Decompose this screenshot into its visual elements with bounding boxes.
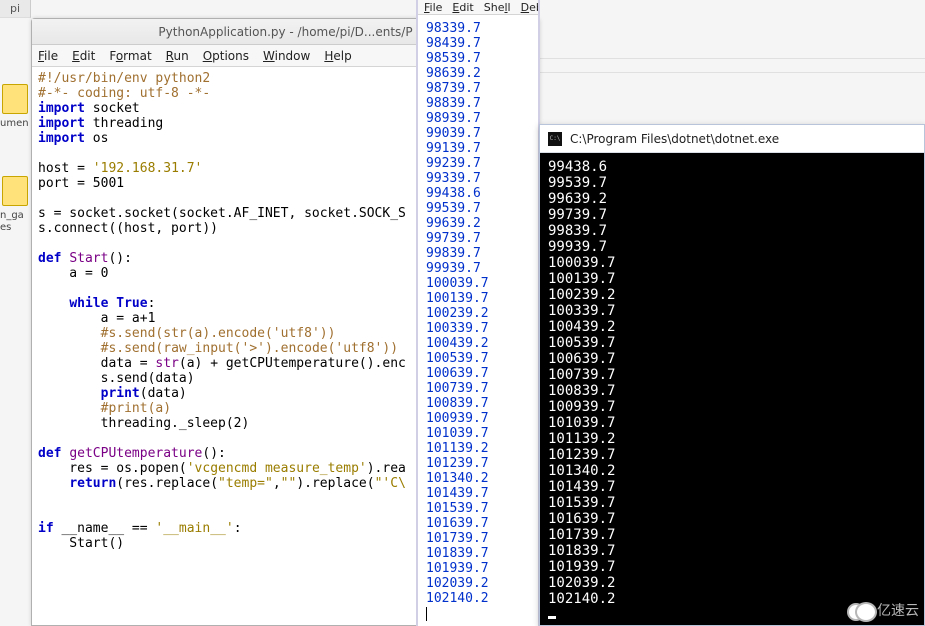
- menu-window[interactable]: Window: [263, 49, 310, 63]
- menu-file[interactable]: File: [38, 49, 58, 63]
- divider: [540, 72, 925, 73]
- menu-edit[interactable]: Edit: [452, 1, 473, 14]
- console-icon: [548, 132, 562, 146]
- desktop-icon-label: es: [0, 222, 11, 233]
- console-titlebar[interactable]: C:\Program Files\dotnet\dotnet.exe: [540, 125, 924, 153]
- shell-output[interactable]: 98339.7 98439.7 98539.7 98639.2 98739.7 …: [418, 15, 538, 625]
- watermark-text: 亿速云: [877, 600, 919, 620]
- menu-debug[interactable]: Debug: [521, 1, 538, 14]
- cloud-icon: [847, 602, 873, 618]
- menu-format[interactable]: Format: [109, 49, 151, 63]
- menu-run[interactable]: Run: [166, 49, 189, 63]
- menu-edit[interactable]: Edit: [72, 49, 95, 63]
- menu-help[interactable]: Help: [324, 49, 351, 63]
- folder-icon[interactable]: [2, 84, 28, 114]
- menu-shell[interactable]: Shell: [484, 1, 511, 14]
- watermark: 亿速云: [847, 600, 919, 620]
- desktop-icon-label: umen: [0, 118, 29, 129]
- divider: [540, 58, 925, 59]
- menu-file[interactable]: File: [424, 1, 442, 14]
- console-window: C:\Program Files\dotnet\dotnet.exe 99438…: [539, 124, 925, 626]
- folder-icon[interactable]: [2, 176, 28, 206]
- console-output[interactable]: 99438.6 99539.7 99639.2 99739.7 99839.7 …: [540, 153, 924, 625]
- desktop-tab[interactable]: pi: [0, 0, 31, 18]
- desktop-icon-label: n_ga: [0, 210, 24, 221]
- console-title: C:\Program Files\dotnet\dotnet.exe: [570, 132, 779, 146]
- shell-window: File Edit Shell Debug Options Window Hel…: [416, 0, 540, 626]
- shell-menubar: File Edit Shell Debug Options Window Hel…: [418, 0, 538, 15]
- menu-options[interactable]: Options: [203, 49, 249, 63]
